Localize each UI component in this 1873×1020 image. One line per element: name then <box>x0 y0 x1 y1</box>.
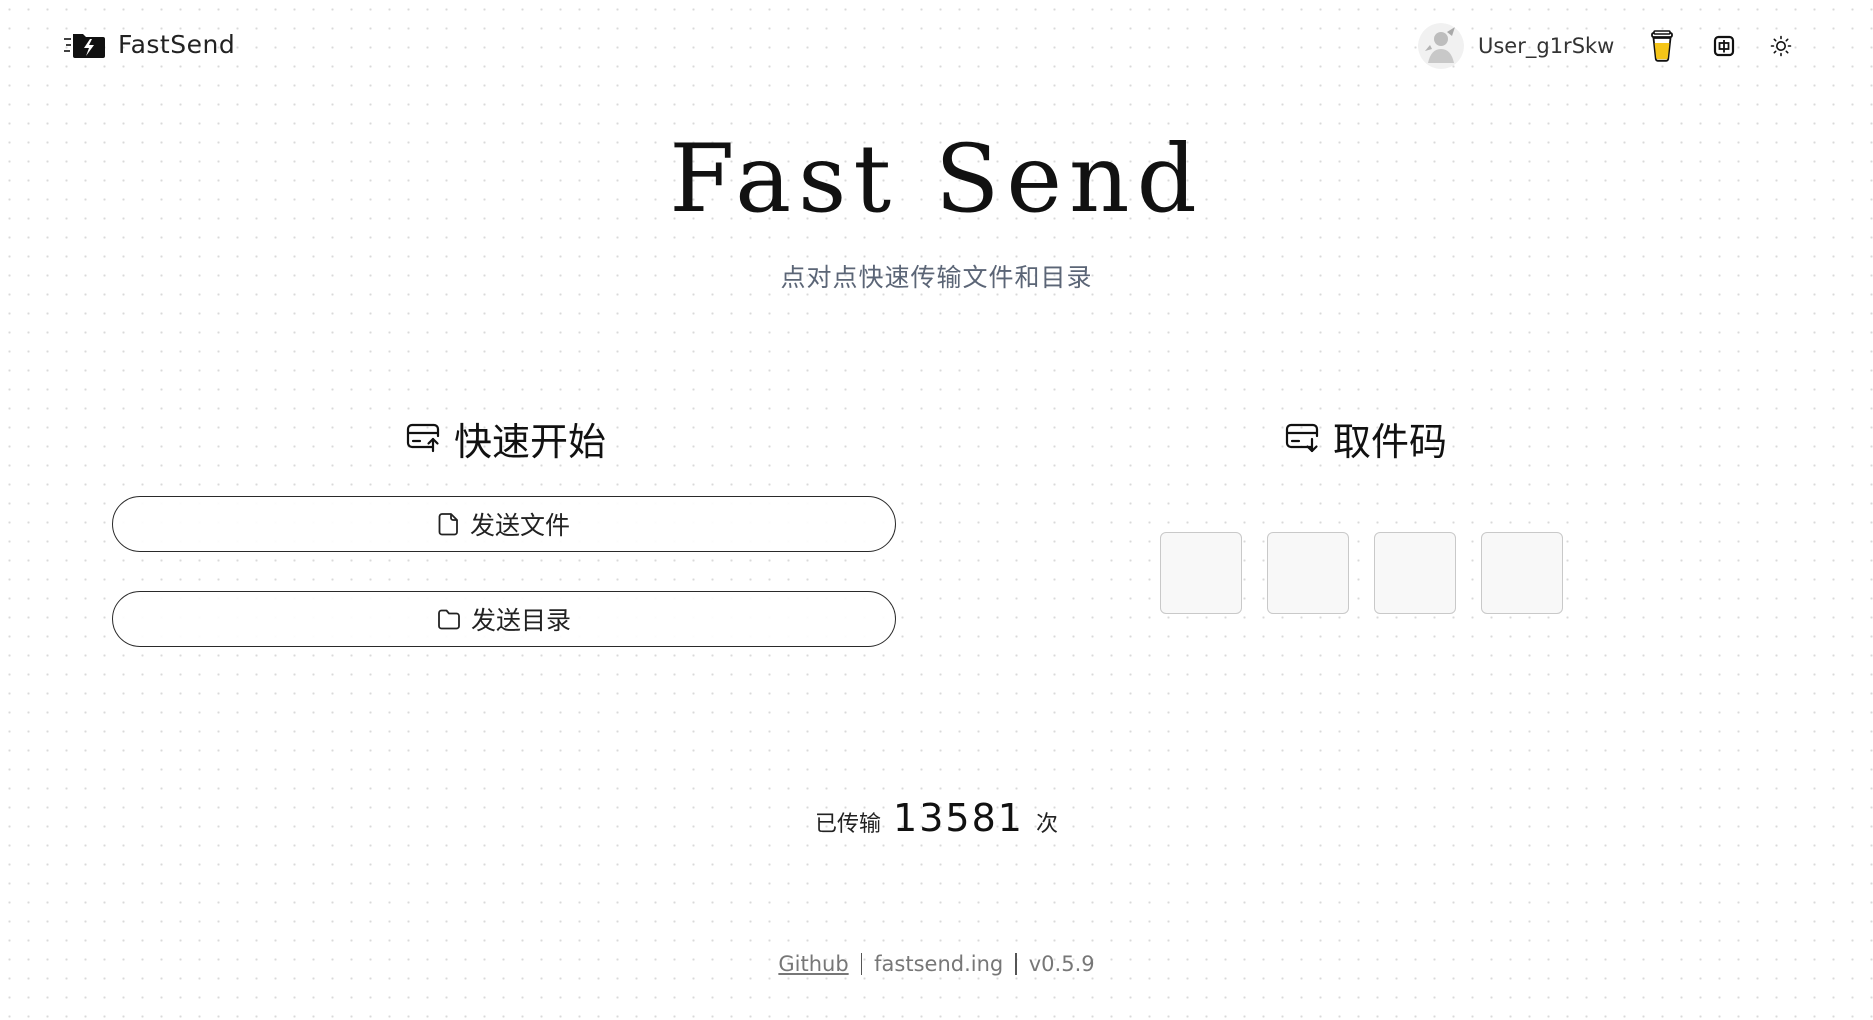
user-name: User_g1rSkw <box>1478 34 1615 58</box>
avatar <box>1418 23 1464 69</box>
pickup-code-inputs <box>1160 532 1563 614</box>
folder-icon <box>438 609 460 630</box>
pickup-code-title: 取件码 <box>1332 419 1447 464</box>
folder-lightning-icon <box>64 34 105 58</box>
footer-domain: fastsend.ing <box>874 952 1004 976</box>
brand-name: FastSend <box>118 29 236 59</box>
pickup-code-digit-2[interactable] <box>1267 532 1349 614</box>
send-box-icon <box>406 423 440 453</box>
theme-toggle-button[interactable] <box>1763 28 1799 64</box>
transfer-stats: 已传输 13581 次 <box>0 796 1873 840</box>
send-directory-button[interactable]: 发送目录 <box>112 591 896 647</box>
brand-link[interactable]: FastSend <box>64 26 235 62</box>
github-link[interactable]: Github <box>778 952 848 976</box>
send-directory-label: 发送目录 <box>470 606 571 635</box>
transfer-stats-label: 已传输 <box>815 812 882 837</box>
footer-divider <box>860 953 863 975</box>
pickup-code-heading: 取件码 <box>1160 412 1572 464</box>
quick-start-heading: 快速开始 <box>112 412 900 464</box>
sun-icon <box>1771 35 1792 57</box>
footer-divider <box>1015 953 1017 975</box>
footer: Github fastsend.ing v0.5.9 <box>0 952 1873 976</box>
send-file-label: 发送文件 <box>469 511 570 540</box>
receive-box-icon <box>1285 423 1319 453</box>
transfer-stats-unit: 次 <box>1035 812 1058 837</box>
header-actions: User_g1rSkw <box>1418 22 1799 70</box>
footer-version: v0.5.9 <box>1028 952 1095 976</box>
pickup-code-digit-1[interactable] <box>1160 532 1242 614</box>
transfer-count: 13581 <box>893 796 1024 840</box>
page-title: Fast Send <box>669 125 1204 234</box>
send-file-button[interactable]: 发送文件 <box>112 496 896 552</box>
coffee-button[interactable] <box>1644 28 1680 64</box>
page-subtitle: 点对点快速传输文件和目录 <box>780 263 1093 292</box>
quick-start-title: 快速开始 <box>453 419 606 464</box>
file-icon <box>438 513 458 536</box>
coffee-cup-icon <box>1651 30 1674 62</box>
pickup-code-digit-4[interactable] <box>1481 532 1563 614</box>
language-zh-icon <box>1714 35 1735 57</box>
user-profile[interactable]: User_g1rSkw <box>1418 23 1614 69</box>
pickup-code-digit-3[interactable] <box>1374 532 1456 614</box>
language-button[interactable] <box>1706 28 1742 64</box>
